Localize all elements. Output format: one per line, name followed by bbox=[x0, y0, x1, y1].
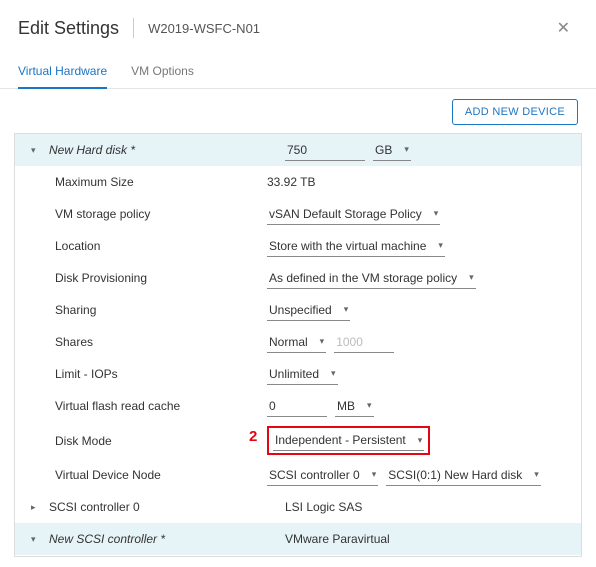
row-label: Disk Provisioning bbox=[31, 271, 267, 285]
select-value: SCSI(0:1) New Hard disk bbox=[388, 468, 522, 482]
row-label: VM storage policy bbox=[31, 207, 267, 221]
select-value: As defined in the VM storage policy bbox=[269, 271, 457, 285]
row-disk-provisioning: Disk Provisioning As defined in the VM s… bbox=[15, 262, 581, 294]
select-value: Independent - Persistent bbox=[275, 433, 406, 447]
vdn-slot-select[interactable]: SCSI(0:1) New Hard disk ▾ bbox=[386, 465, 541, 486]
row-label: Disk Mode bbox=[31, 434, 267, 448]
row-max-size: Maximum Size 33.92 TB bbox=[15, 166, 581, 198]
dialog-subtitle: W2019-WSFC-N01 bbox=[148, 21, 260, 36]
select-value: MB bbox=[337, 399, 355, 413]
row-label: Limit - IOPs bbox=[31, 367, 267, 381]
section-new-hard-disk[interactable]: ▾ New Hard disk * GB ▾ bbox=[15, 134, 581, 166]
tab-vm-options[interactable]: VM Options bbox=[131, 56, 194, 88]
row-value: LSI Logic SAS bbox=[285, 500, 362, 514]
row-location: Location Store with the virtual machine … bbox=[15, 230, 581, 262]
disk-provisioning-select[interactable]: As defined in the VM storage policy ▾ bbox=[267, 268, 476, 289]
disk-mode-select[interactable]: Independent - Persistent ▾ bbox=[273, 430, 424, 451]
chevron-down-icon: ▾ bbox=[404, 144, 409, 155]
select-value: Normal bbox=[269, 335, 308, 349]
chevron-down-icon: ▾ bbox=[534, 469, 539, 480]
location-select[interactable]: Store with the virtual machine ▾ bbox=[267, 236, 445, 257]
row-storage-policy: VM storage policy vSAN Default Storage P… bbox=[15, 198, 581, 230]
tab-virtual-hardware[interactable]: Virtual Hardware bbox=[18, 56, 107, 88]
vdn-controller-select[interactable]: SCSI controller 0 ▾ bbox=[267, 465, 378, 486]
chevron-down-icon: ▾ bbox=[438, 240, 443, 251]
select-value: Unspecified bbox=[269, 303, 332, 317]
chevron-down-icon: ▾ bbox=[418, 435, 423, 446]
dialog-header: Edit Settings W2019-WSFC-N01 ✕ bbox=[0, 0, 596, 50]
row-virtual-device-node: Virtual Device Node SCSI controller 0 ▾ … bbox=[15, 459, 581, 491]
callout-box-disk-mode: Independent - Persistent ▾ bbox=[267, 426, 430, 455]
row-label: Location bbox=[31, 239, 267, 253]
edit-settings-dialog: Edit Settings W2019-WSFC-N01 ✕ Virtual H… bbox=[0, 0, 596, 567]
row-value: VMware Paravirtual bbox=[285, 532, 390, 546]
chevron-down-icon: ▾ bbox=[320, 336, 325, 347]
section-label: New Hard disk * bbox=[49, 143, 285, 157]
chevron-down-icon: ▾ bbox=[331, 368, 336, 379]
row-flash-cache: Virtual flash read cache MB ▾ bbox=[15, 390, 581, 422]
sharing-select[interactable]: Unspecified ▾ bbox=[267, 300, 350, 321]
select-value: SCSI controller 0 bbox=[269, 468, 360, 482]
chevron-down-icon: ▾ bbox=[469, 272, 474, 283]
settings-list[interactable]: ▾ New Hard disk * GB ▾ Maximum Size 33.9… bbox=[14, 133, 582, 557]
disk-size-input[interactable] bbox=[285, 140, 365, 161]
callout-two: 2 bbox=[249, 428, 257, 445]
row-shares: Shares Normal ▾ bbox=[15, 326, 581, 358]
section-label: New SCSI controller * bbox=[49, 532, 285, 546]
toolbar: ADD NEW DEVICE bbox=[0, 89, 596, 133]
row-limit-iops: Limit - IOPs Unlimited ▾ bbox=[15, 358, 581, 390]
chevron-down-icon: ▾ bbox=[372, 469, 377, 480]
select-value: Unlimited bbox=[269, 367, 319, 381]
shares-value-input[interactable] bbox=[334, 332, 394, 353]
row-label: Virtual Device Node bbox=[31, 468, 267, 482]
row-label: Sharing bbox=[31, 303, 267, 317]
row-change-type: Change Type 1 VMware Paravirtual ▾ bbox=[15, 555, 581, 557]
row-label: Shares bbox=[31, 335, 267, 349]
select-value: GB bbox=[375, 143, 392, 157]
row-label: Virtual flash read cache bbox=[31, 399, 267, 413]
section-new-scsi-controller[interactable]: ▾ New SCSI controller * VMware Paravirtu… bbox=[15, 523, 581, 555]
tab-bar: Virtual Hardware VM Options bbox=[0, 56, 596, 89]
chevron-down-icon: ▾ bbox=[31, 534, 43, 545]
select-value: vSAN Default Storage Policy bbox=[269, 207, 422, 221]
shares-select[interactable]: Normal ▾ bbox=[267, 332, 326, 353]
storage-policy-select[interactable]: vSAN Default Storage Policy ▾ bbox=[267, 204, 440, 225]
close-icon[interactable]: ✕ bbox=[549, 14, 578, 42]
row-disk-mode: Disk Mode 2 Independent - Persistent ▾ bbox=[15, 422, 581, 459]
header-separator bbox=[133, 18, 134, 38]
row-sharing: Sharing Unspecified ▾ bbox=[15, 294, 581, 326]
add-new-device-button[interactable]: ADD NEW DEVICE bbox=[452, 99, 578, 125]
chevron-down-icon: ▾ bbox=[31, 145, 43, 156]
select-value: Store with the virtual machine bbox=[269, 239, 426, 253]
chevron-right-icon: ▸ bbox=[31, 502, 43, 513]
dialog-title: Edit Settings bbox=[18, 18, 119, 39]
chevron-down-icon: ▾ bbox=[344, 304, 349, 315]
flash-cache-input[interactable] bbox=[267, 396, 327, 417]
row-label: Maximum Size bbox=[31, 175, 267, 189]
row-scsi-controller-0[interactable]: ▸ SCSI controller 0 LSI Logic SAS bbox=[15, 491, 581, 523]
disk-size-unit-select[interactable]: GB ▾ bbox=[373, 140, 411, 161]
flash-cache-unit-select[interactable]: MB ▾ bbox=[335, 396, 374, 417]
row-value: 33.92 TB bbox=[267, 175, 315, 189]
iops-select[interactable]: Unlimited ▾ bbox=[267, 364, 338, 385]
chevron-down-icon: ▾ bbox=[367, 400, 372, 411]
row-label: SCSI controller 0 bbox=[49, 500, 285, 514]
chevron-down-icon: ▾ bbox=[434, 208, 439, 219]
